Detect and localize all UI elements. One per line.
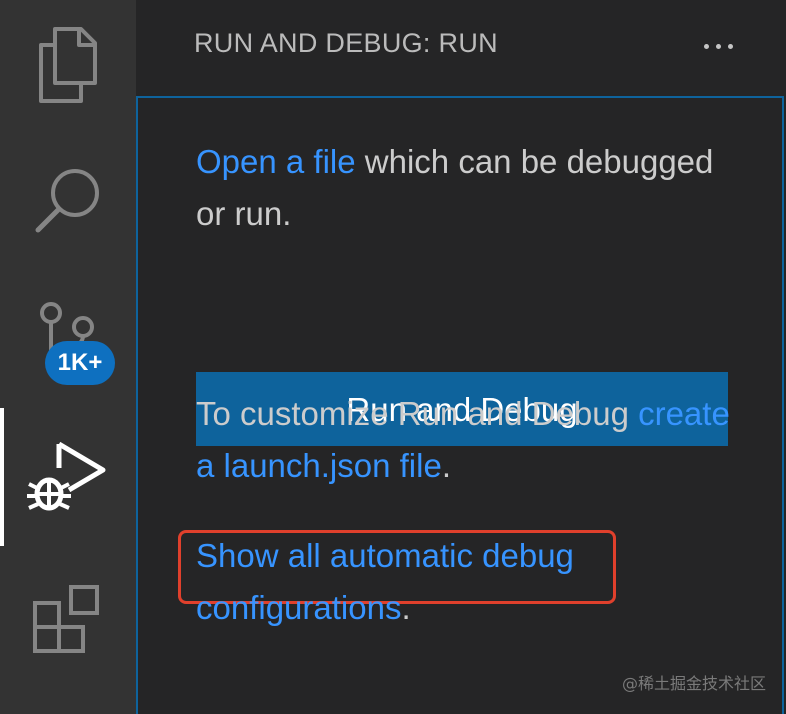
open-file-link[interactable]: Open a file — [196, 143, 356, 180]
sidebar: RUN AND DEBUG: RUN Open a file which can… — [136, 0, 786, 714]
dot-icon — [715, 43, 721, 49]
customize-paragraph: To customize Run and Debug create a laun… — [196, 388, 756, 492]
more-actions-button[interactable] — [696, 28, 740, 64]
open-file-paragraph: Open a file which can be debugged or run… — [196, 136, 736, 240]
dot-icon — [703, 43, 709, 49]
files-icon — [39, 27, 97, 103]
customize-text: To customize Run and Debug — [196, 395, 639, 432]
vscode-window: 1K+ RUN AND DEBUG: RUN Open a file which… — [0, 0, 786, 714]
activity-run-and-debug[interactable] — [0, 417, 136, 537]
activity-bar: 1K+ — [0, 0, 136, 714]
show-all-paragraph: Show all automatic debug configurations. — [196, 530, 676, 634]
activity-search[interactable] — [0, 140, 136, 260]
sidebar-title: RUN AND DEBUG: RUN — [194, 28, 498, 58]
show-all-period: . — [401, 589, 411, 626]
extensions-icon — [32, 584, 99, 653]
activity-explorer[interactable] — [0, 5, 136, 125]
show-all-configurations-link[interactable]: Show all automatic debug configurations — [196, 537, 574, 626]
source-control-badge: 1K+ — [45, 341, 115, 385]
watermark: @稀土掘金技术社区 — [621, 674, 766, 693]
activity-extensions[interactable] — [0, 558, 136, 678]
dot-icon — [727, 43, 733, 49]
run-view-pane: Open a file which can be debugged or run… — [136, 96, 784, 714]
search-icon — [35, 169, 99, 233]
launch-period: . — [441, 447, 451, 484]
debug-alt-icon — [27, 441, 106, 511]
